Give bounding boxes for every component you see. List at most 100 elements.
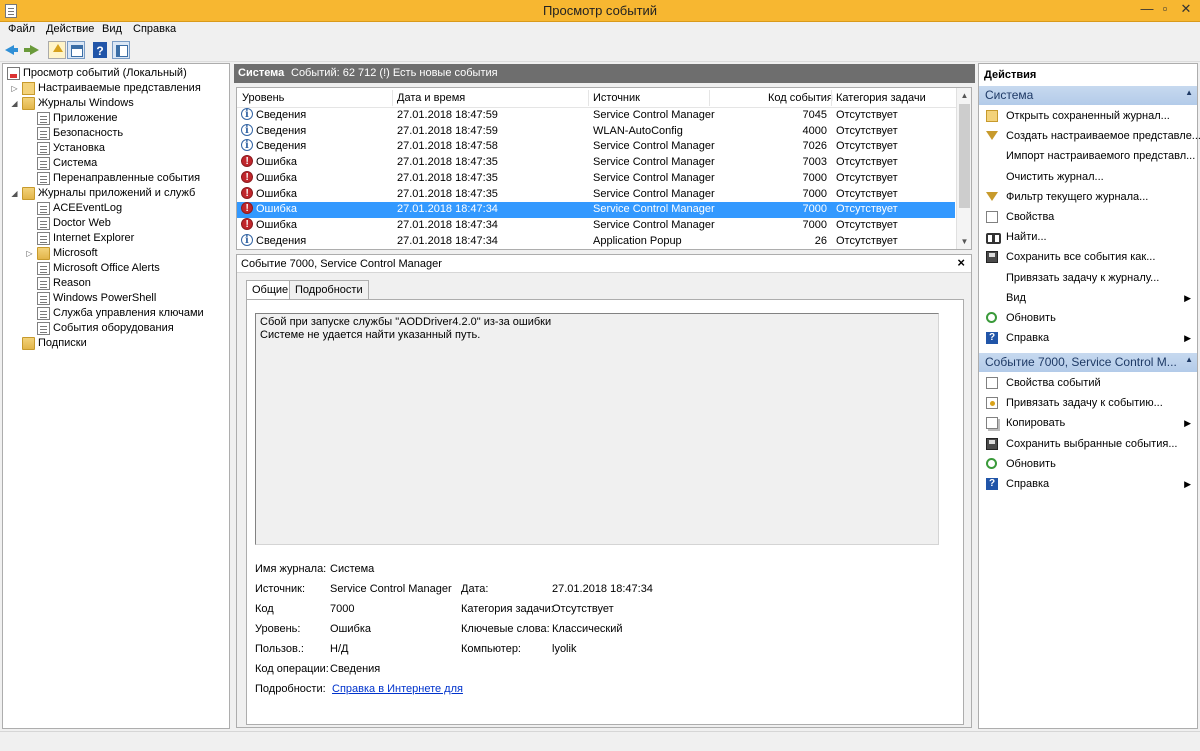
action-item[interactable]: Свойства событий [979,373,1197,393]
action-item-label: Создать настраиваемое представле... [1006,130,1200,143]
table-row[interactable]: Сведения 27.01.2018 18:47:59 WLAN-AutoConf… [237,123,955,140]
user-label: Пользов.: [255,643,304,655]
forward-arrow-icon[interactable] [22,41,40,59]
tree-item[interactable]: Приложение [3,111,227,126]
action-item[interactable]: Обновить [979,454,1197,474]
show-hide-action-pane-icon[interactable] [112,41,130,59]
action-item-label: Сохранить все события как... [1006,251,1156,264]
cell-source: Service Control Manager [593,171,715,184]
cell-datetime: 27.01.2018 18:47:35 [397,156,498,169]
tree-item[interactable]: Безопасность [3,126,227,141]
action-item-label: Привязать задачу к журналу... [1006,271,1160,284]
collapse-arrow-icon[interactable]: ◢ [10,96,19,111]
tree-item[interactable]: Подписки [3,336,227,351]
actions-section-header[interactable]: Система ▲ [979,86,1197,105]
cell-level: Ошибка [256,156,297,169]
tree-item[interactable]: Reason [3,276,227,291]
error-icon [241,170,253,185]
log-icon [37,202,50,215]
scroll-up-icon[interactable]: ▲ [957,88,971,103]
action-item[interactable]: ? Справка ▶ [979,328,1197,348]
tree-item-label: Перенаправленные события [53,172,201,184]
table-row[interactable]: Ошибка 27.01.2018 18:47:35 Service Control… [237,186,955,203]
table-row[interactable]: Ошибка 27.01.2018 18:47:35 Service Control… [237,170,955,187]
tree-item[interactable]: ◢ Журналы Windows [3,96,227,111]
collapse-section-icon[interactable]: ▲ [1185,88,1193,97]
tree-item[interactable]: Internet Explorer [3,231,227,246]
tree-item[interactable]: Установка [3,141,227,156]
action-item[interactable]: Обновить [979,308,1197,328]
column-event-code[interactable]: Код события [768,92,833,104]
tree-item[interactable]: Система [3,156,227,171]
action-item[interactable]: Импорт настраиваемого представл... [979,146,1197,166]
tree-item[interactable]: ACEEventLog [3,201,227,216]
tree-item[interactable]: ▷ Microsoft [3,246,227,261]
column-task-category[interactable]: Категория задачи [836,92,926,104]
action-item[interactable]: Свойства [979,207,1197,227]
action-item-label: Обновить [1006,312,1056,324]
refresh-icon [986,457,997,469]
tab-general[interactable]: Общие [246,280,295,300]
tree-item[interactable]: Служба управления ключами [3,306,227,321]
help-icon[interactable]: ? [93,42,107,58]
tree-item[interactable]: Doctor Web [3,216,227,231]
online-help-link[interactable]: Справка в Интернете для [332,683,463,695]
action-item[interactable]: Привязать задачу к журналу... [979,268,1197,288]
expand-arrow-icon[interactable]: ▷ [25,246,34,261]
title-bar[interactable]: Просмотр событий — ▫ ✕ [0,0,1200,22]
folder-icon [22,337,35,350]
menu-file[interactable]: Файл [8,23,35,35]
action-item[interactable]: Открыть сохраненный журнал... [979,106,1197,126]
event-description[interactable]: Сбой при запуске службы "AODDriver4.2.0"… [255,313,939,545]
column-source[interactable]: Источник [593,92,640,104]
table-row[interactable]: Сведения 27.01.2018 18:47:34 Application P… [237,233,955,249]
tree-item[interactable]: События оборудования [3,321,227,336]
collapse-section-icon[interactable]: ▲ [1185,355,1193,364]
tree-item[interactable]: Microsoft Office Alerts [3,261,227,276]
menu-action[interactable]: Действие [46,23,94,35]
menu-help[interactable]: Справка [133,23,176,35]
tree-item[interactable]: Windows PowerShell [3,291,227,306]
cell-datetime: 27.01.2018 18:47:58 [397,140,498,153]
action-item[interactable]: Очистить журнал... [979,167,1197,187]
action-item[interactable]: Копировать ▶ [979,413,1197,433]
tab-details[interactable]: Подробности [289,280,369,299]
table-row[interactable]: Ошибка 27.01.2018 18:47:34 Service Control… [237,201,955,218]
folder-icon [22,187,35,200]
tree-item[interactable]: ◢ Журналы приложений и служб [3,186,227,201]
expand-arrow-icon[interactable]: ▷ [10,81,19,96]
menu-view[interactable]: Вид [102,23,122,35]
action-item[interactable]: Сохранить выбранные события... [979,434,1197,454]
cell-level: Сведения [256,234,307,247]
action-item[interactable]: Сохранить все события как... [979,247,1197,267]
action-item[interactable]: ? Справка ▶ [979,474,1197,494]
folder-icon [22,97,35,110]
action-item[interactable]: Найти... [979,227,1197,247]
scroll-down-icon[interactable]: ▼ [957,234,971,249]
keywords-value: Классический [552,623,623,635]
up-level-icon[interactable] [48,41,66,59]
error-icon [241,186,253,201]
action-item[interactable]: Вид ▶ [979,288,1197,308]
column-datetime[interactable]: Дата и время [397,92,465,104]
action-item[interactable]: Привязать задачу к событию... [979,393,1197,413]
column-level[interactable]: Уровень [242,92,284,104]
collapse-arrow-icon[interactable]: ◢ [10,186,19,201]
tree-item-label: ACEEventLog [53,202,123,214]
tree-item[interactable]: Перенаправленные события [3,171,227,186]
action-item[interactable]: Создать настраиваемое представле... [979,126,1200,146]
tree-item[interactable]: Просмотр событий (Локальный) [3,66,227,81]
close-window-button[interactable]: ✕ [1172,0,1200,20]
back-arrow-icon[interactable] [3,41,21,59]
action-item[interactable]: Фильтр текущего журнала... [979,187,1197,207]
table-row[interactable]: Сведения 27.01.2018 18:47:59 Service Contr… [237,107,955,124]
tree-item[interactable]: ▷ Настраиваемые представления [3,81,227,96]
table-row[interactable]: Ошибка 27.01.2018 18:47:35 Service Control… [237,154,955,171]
actions-section-header[interactable]: Событие 7000, Service Control M... ▲ [979,353,1197,372]
scroll-thumb[interactable] [959,104,970,208]
table-row[interactable]: Ошибка 27.01.2018 18:47:34 Service Control… [237,217,955,234]
event-list-scrollbar[interactable]: ▲ ▼ [956,88,971,249]
close-detail-icon[interactable]: × [957,255,965,270]
table-row[interactable]: Сведения 27.01.2018 18:47:58 Service Contr… [237,138,955,155]
show-hide-console-tree-icon[interactable] [67,41,85,59]
